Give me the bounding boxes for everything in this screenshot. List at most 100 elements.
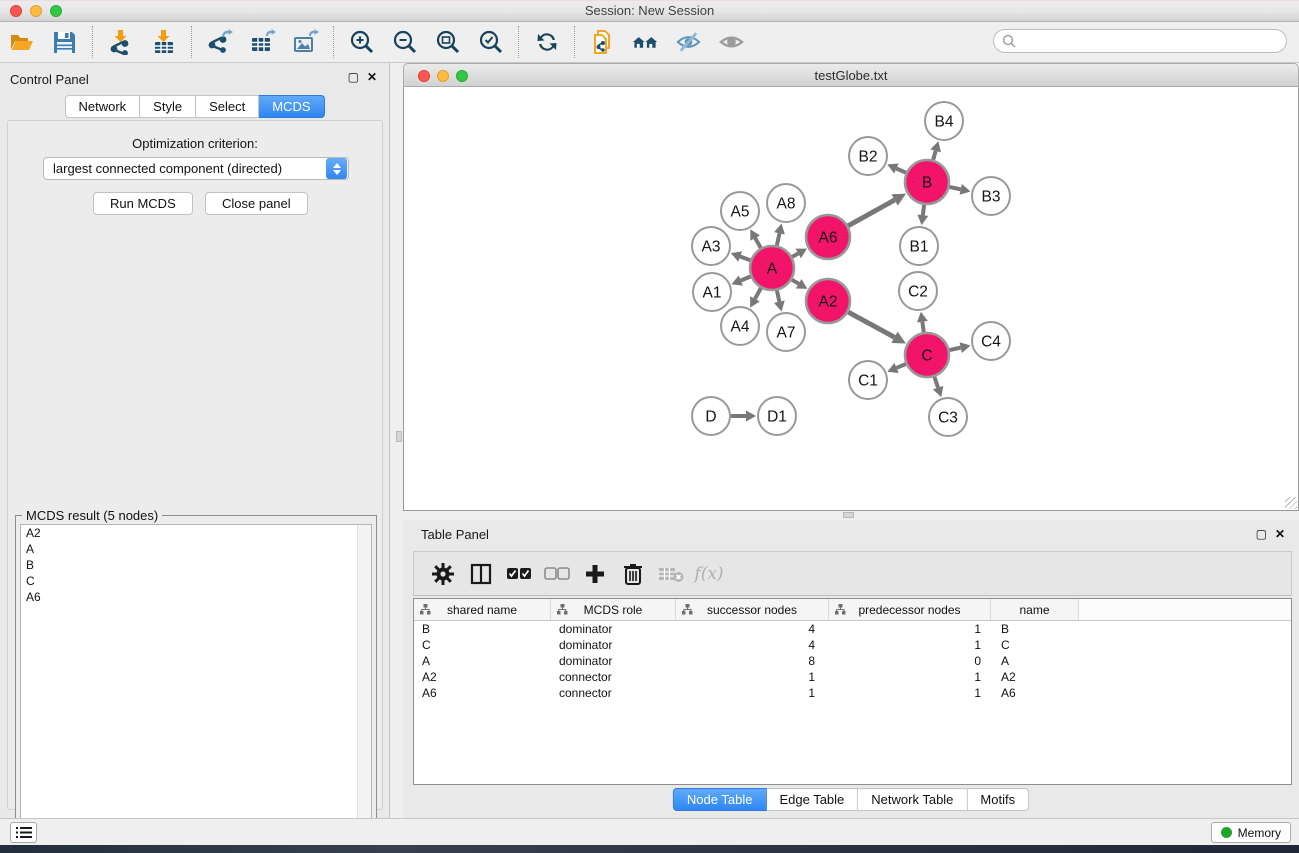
table-cell[interactable]: 1 <box>829 621 991 637</box>
edge-B-B1[interactable] <box>923 205 924 215</box>
table-cell[interactable]: B <box>991 621 1079 637</box>
edge-A-A3[interactable] <box>740 257 750 261</box>
table-cell[interactable]: dominator <box>551 653 676 669</box>
close-icon[interactable]: ✕ <box>367 70 377 84</box>
open-session-icon[interactable] <box>8 29 35 56</box>
table-cell[interactable]: connector <box>551 685 676 701</box>
export-image-icon[interactable] <box>292 29 319 56</box>
table-cell[interactable]: A <box>414 653 551 669</box>
edge-A-A5[interactable] <box>755 238 761 248</box>
duplicate-network-icon[interactable] <box>589 29 616 56</box>
toggle-views-icon[interactable] <box>675 29 702 56</box>
scrollbar[interactable] <box>357 525 371 845</box>
close-window-button[interactable] <box>10 5 22 17</box>
export-table-icon[interactable] <box>249 29 276 56</box>
mcds-result-item[interactable]: A6 <box>21 589 371 605</box>
edge-C-C4[interactable] <box>949 348 960 350</box>
splitter-handle[interactable] <box>843 512 854 518</box>
optimization-criterion-select[interactable]: largest connected component (directed) <box>43 157 349 180</box>
zoom-fit-icon[interactable] <box>434 29 461 56</box>
edge-A-A6[interactable] <box>792 253 798 256</box>
edge-A6-B[interactable] <box>848 200 895 226</box>
home-icon[interactable] <box>632 29 659 56</box>
zoom-in-icon[interactable] <box>348 29 375 56</box>
table-cell[interactable]: 8 <box>676 653 829 669</box>
table-cell[interactable]: 1 <box>676 685 829 701</box>
table-row[interactable]: Bdominator41B <box>414 621 1291 637</box>
table-cell[interactable]: 0 <box>829 653 991 669</box>
select-all-icon[interactable] <box>504 560 534 588</box>
minimize-window-button[interactable] <box>30 5 42 17</box>
refresh-icon[interactable] <box>533 29 560 56</box>
gear-icon[interactable] <box>428 560 458 588</box>
table-cell[interactable]: 1 <box>829 637 991 653</box>
column-header-predecessor-nodes[interactable]: predecessor nodes <box>829 599 991 621</box>
tab-edge-table[interactable]: Edge Table <box>766 788 858 811</box>
mcds-result-item[interactable]: B <box>21 557 371 573</box>
tab-network[interactable]: Network <box>64 95 140 118</box>
table-cell[interactable]: 4 <box>676 621 829 637</box>
add-column-icon[interactable] <box>580 560 610 588</box>
save-session-icon[interactable] <box>51 29 78 56</box>
close-panel-button[interactable]: Close panel <box>205 192 308 215</box>
splitter-handle[interactable] <box>396 431 402 442</box>
table-cell[interactable]: B <box>414 621 551 637</box>
edge-A2-C[interactable] <box>848 312 894 337</box>
column-header-MCDS-role[interactable]: MCDS role <box>551 599 676 621</box>
tab-mcds[interactable]: MCDS <box>259 95 324 118</box>
table-cell[interactable]: 1 <box>829 669 991 685</box>
network-view-titlebar[interactable]: testGlobe.txt <box>403 63 1299 87</box>
column-header-shared-name[interactable]: shared name <box>414 599 551 621</box>
edge-B-B4[interactable] <box>933 151 936 160</box>
table-cell[interactable]: A2 <box>414 669 551 685</box>
memory-button[interactable]: Memory <box>1211 822 1291 843</box>
edge-B-B2[interactable] <box>896 169 906 173</box>
zoom-out-icon[interactable] <box>391 29 418 56</box>
mcds-result-item[interactable]: C <box>21 573 371 589</box>
table-row[interactable]: A2connector11A2 <box>414 669 1291 685</box>
close-icon[interactable]: ✕ <box>1275 527 1285 541</box>
table-row[interactable]: A6connector11A6 <box>414 685 1291 701</box>
eye-icon[interactable] <box>718 29 745 56</box>
mcds-result-list[interactable]: A2ABCA6 <box>20 524 372 846</box>
edge-A-A2[interactable] <box>792 280 799 284</box>
tab-motifs[interactable]: Motifs <box>967 788 1029 811</box>
tab-node-table[interactable]: Node Table <box>673 788 767 811</box>
zoom-selected-icon[interactable] <box>477 29 504 56</box>
table-cell[interactable]: 1 <box>676 669 829 685</box>
tab-network-table[interactable]: Network Table <box>858 788 967 811</box>
export-network-icon[interactable] <box>206 29 233 56</box>
delete-column-icon[interactable] <box>618 560 648 588</box>
column-view-icon[interactable] <box>466 560 496 588</box>
search-box[interactable] <box>993 29 1287 53</box>
table-cell[interactable]: A2 <box>991 669 1079 685</box>
edge-A-A8[interactable] <box>777 233 780 245</box>
network-canvas[interactable]: B4B2BB3A8A5A6A3B1AA1C2A2A4A7C4CC1C3DD1 <box>403 87 1299 511</box>
edge-C-C2[interactable] <box>922 322 923 333</box>
run-mcds-button[interactable]: Run MCDS <box>93 192 193 215</box>
table-cell[interactable]: A6 <box>991 685 1079 701</box>
table-cell[interactable]: A6 <box>414 685 551 701</box>
import-table-icon[interactable] <box>150 29 177 56</box>
mcds-result-item[interactable]: A2 <box>21 525 371 541</box>
table-cell[interactable]: A <box>991 653 1079 669</box>
table-cell[interactable]: dominator <box>551 621 676 637</box>
resize-grip[interactable] <box>1285 497 1297 509</box>
edge-A-A7[interactable] <box>777 290 779 301</box>
table-cell[interactable]: connector <box>551 669 676 685</box>
table-cell[interactable]: C <box>991 637 1079 653</box>
edge-C-C1[interactable] <box>897 364 906 368</box>
table-cell[interactable]: 1 <box>829 685 991 701</box>
column-header-name[interactable]: name <box>991 599 1079 621</box>
table-row[interactable]: Cdominator41C <box>414 637 1291 653</box>
import-network-icon[interactable] <box>107 29 134 56</box>
maximize-view-button[interactable] <box>456 70 468 82</box>
table-cell[interactable]: dominator <box>551 637 676 653</box>
tab-style[interactable]: Style <box>140 95 196 118</box>
table-cell[interactable]: 4 <box>676 637 829 653</box>
mcds-result-item[interactable]: A <box>21 541 371 557</box>
tab-select[interactable]: Select <box>196 95 259 118</box>
search-input[interactable] <box>1016 34 1286 48</box>
table-row[interactable]: Adominator80A <box>414 653 1291 669</box>
maximize-window-button[interactable] <box>50 5 62 17</box>
